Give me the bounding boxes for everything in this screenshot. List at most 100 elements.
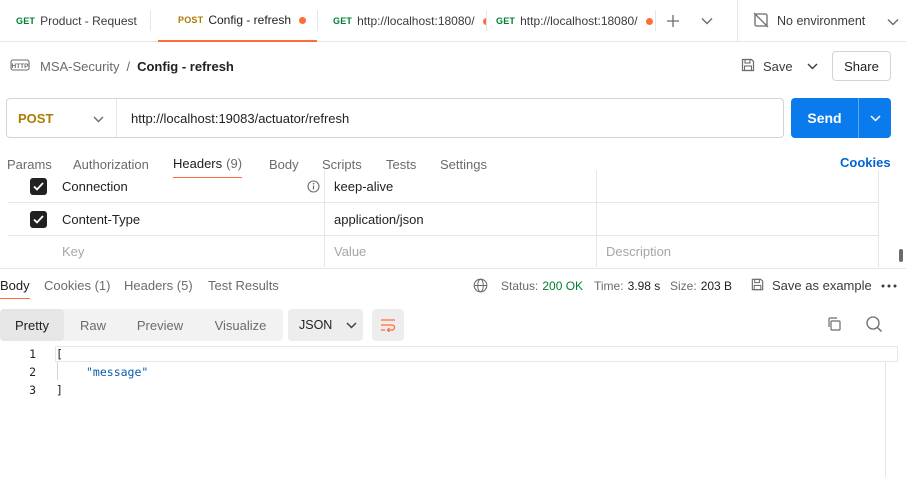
size-value: 203 B (700, 278, 733, 293)
header-key[interactable]: Connection (62, 170, 128, 202)
tab-method: POST (178, 15, 204, 25)
tab-localhost-2[interactable]: GET http://localhost:18080/ (487, 0, 655, 42)
breadcrumb-collection[interactable]: MSA-Security (40, 59, 119, 74)
tab-label: Config - refresh (208, 13, 292, 27)
url-input[interactable]: http://localhost:19083/actuator/refresh (117, 111, 349, 126)
format-visualize[interactable]: Visualize (198, 309, 283, 341)
tab-product-request[interactable]: GET Product - Request (0, 0, 150, 42)
tab-test-results[interactable]: Test Results (208, 272, 279, 299)
save-button[interactable]: Save (740, 52, 793, 80)
tabs-chevron-down-icon[interactable] (690, 0, 724, 42)
save-icon (750, 277, 765, 295)
checkbox-checked-icon (30, 210, 47, 228)
unsaved-dot-icon (299, 16, 307, 24)
save-options-chevron-icon[interactable] (800, 52, 824, 80)
send-options-chevron-icon[interactable] (858, 98, 891, 138)
save-icon (740, 57, 756, 76)
language-chevron-down-icon (346, 318, 357, 332)
code-line: [ (56, 347, 63, 361)
line-number: 1 (29, 347, 36, 361)
header-key[interactable]: Content-Type (62, 203, 140, 235)
unsaved-dot-icon (482, 17, 486, 25)
status-label: Status: (501, 278, 539, 293)
header-value[interactable]: keep-alive (334, 170, 393, 202)
more-options-icon[interactable] (881, 272, 897, 299)
key-input[interactable]: Key (62, 236, 84, 267)
tab-response-cookies[interactable]: Cookies (1) (44, 272, 110, 299)
description-input[interactable]: Description (606, 236, 671, 267)
tab-localhost-1[interactable]: GET http://localhost:18080/ (318, 0, 486, 42)
url-bar: POST http://localhost:19083/actuator/ref… (6, 98, 784, 138)
environment-label: No environment (777, 14, 866, 28)
format-pretty[interactable]: Pretty (0, 309, 64, 341)
tab-divider (150, 10, 151, 31)
environment-selector[interactable]: No environment (737, 0, 906, 42)
column-divider (878, 170, 879, 267)
tab-count: (9) (226, 156, 243, 171)
method-select[interactable]: POST (7, 99, 117, 137)
breadcrumb: HTTP MSA-Security / Config - refresh (10, 52, 234, 80)
tab-response-body[interactable]: Body (0, 272, 30, 299)
language-value: JSON (299, 318, 333, 332)
format-preview[interactable]: Preview (122, 309, 198, 341)
tab-count: (1) (94, 278, 111, 293)
request-scrollbar[interactable] (899, 249, 903, 262)
header-value[interactable]: application/json (334, 203, 424, 235)
tab-label: http://localhost:18080/ (357, 14, 475, 28)
language-select[interactable]: JSON (288, 309, 363, 341)
table-row-new: Key Value Description (8, 236, 878, 267)
tab-actions (656, 0, 724, 41)
wrap-lines-icon[interactable] (372, 309, 404, 341)
tab-label: http://localhost:18080/ (520, 14, 638, 28)
time-label: Time: (594, 278, 624, 293)
size-indicator[interactable]: Size: 203 B (670, 272, 732, 299)
tab-label: Body (0, 277, 30, 293)
method-value: POST (18, 110, 54, 126)
globe-icon[interactable] (473, 272, 488, 299)
tab-label: Headers (173, 156, 223, 171)
tab-config-refresh[interactable]: POST Config - refresh (158, 0, 317, 42)
breadcrumb-separator: / (126, 58, 131, 74)
response-divider (0, 268, 906, 269)
time-value: 3.98 s (627, 278, 661, 293)
tab-method: GET (16, 16, 36, 26)
tab-label: Test Results (208, 278, 279, 293)
status-indicator[interactable]: Status: 200 OK (501, 272, 583, 299)
value-input[interactable]: Value (334, 236, 366, 267)
code-line: ] (56, 383, 63, 397)
header-row-checkbox[interactable] (30, 170, 47, 202)
svg-text:HTTP: HTTP (12, 63, 30, 70)
line-number: 3 (29, 383, 36, 397)
code-line: "message" (86, 365, 149, 379)
tab-label: Headers (124, 278, 174, 293)
format-raw[interactable]: Raw (64, 309, 122, 341)
line-number: 2 (29, 365, 36, 379)
copy-icon[interactable] (826, 316, 844, 334)
tab-method: GET (333, 16, 353, 26)
tab-label: Product - Request (40, 14, 137, 28)
table-row: Content-Type application/json (8, 203, 878, 236)
save-label: Save (763, 58, 793, 74)
info-icon[interactable] (307, 170, 320, 202)
checkbox-checked-icon (30, 177, 47, 195)
breadcrumb-request-name[interactable]: Config - refresh (137, 59, 234, 74)
size-label: Size: (670, 278, 697, 293)
new-tab-plus-icon[interactable] (656, 0, 690, 42)
http-icon: HTTP (10, 57, 30, 76)
status-value: 200 OK (542, 278, 584, 293)
environment-chevron-down-icon (887, 14, 899, 29)
send-button[interactable]: Send (791, 98, 858, 138)
tab-method: GET (496, 16, 516, 26)
send-button-group: Send (791, 98, 891, 138)
search-icon[interactable] (865, 315, 885, 335)
header-row-checkbox[interactable] (30, 203, 47, 235)
time-indicator[interactable]: Time: 3.98 s (594, 272, 660, 299)
save-as-example-label: Save as example (772, 278, 872, 293)
method-chevron-down-icon (93, 111, 104, 126)
unsaved-dot-icon (645, 17, 653, 25)
table-row: Connection keep-alive (8, 170, 878, 203)
tab-response-headers[interactable]: Headers (5) (124, 272, 193, 299)
response-body-editor[interactable]: 1 2 3 [ "message" ] (0, 346, 898, 477)
save-as-example-button[interactable]: Save as example (750, 272, 872, 299)
share-button[interactable]: Share (832, 51, 891, 81)
